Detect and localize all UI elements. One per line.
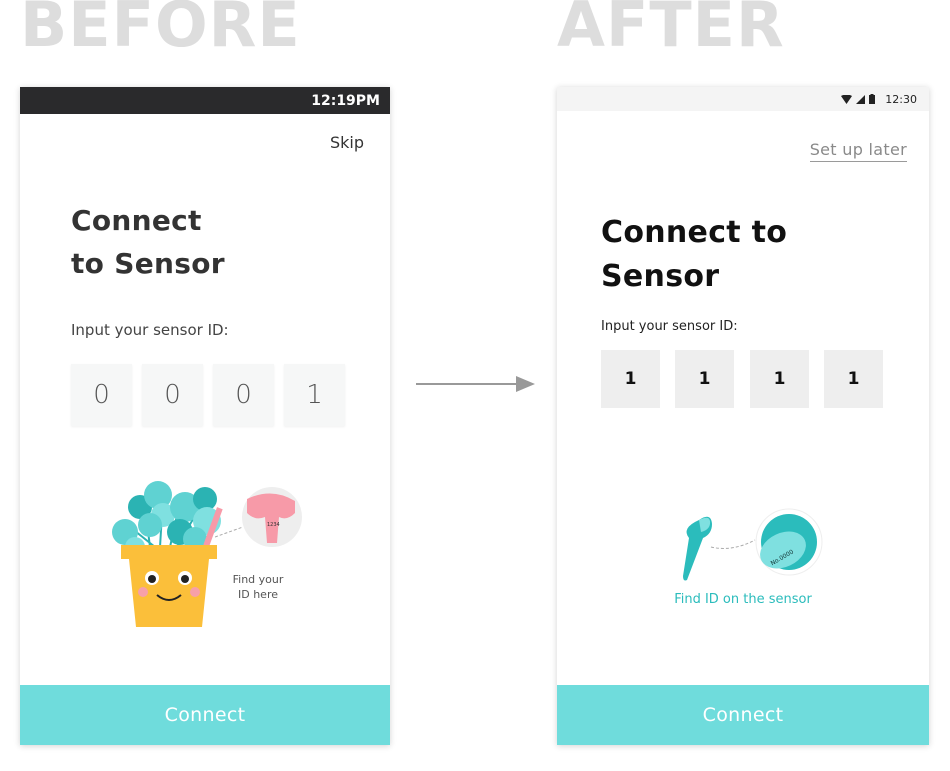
sensor-tag-text: 1234: [267, 522, 280, 528]
status-bar: 12:30: [557, 87, 929, 111]
find-id-hint-line-1: Find your: [232, 573, 284, 586]
status-time: 12:30: [885, 92, 917, 106]
set-up-later-link[interactable]: Set up later: [809, 140, 907, 162]
find-id-hint-line-2: ID here: [238, 588, 278, 601]
after-heading: AFTER: [557, 0, 785, 61]
sensor-id-digit-4[interactable]: 1: [824, 350, 883, 408]
wifi-icon: [841, 94, 853, 104]
sensor-id-digit-3[interactable]: 0: [213, 364, 274, 426]
page-title: Connect to Sensor: [71, 199, 225, 285]
battery-icon: [869, 94, 876, 104]
title-line-2: to Sensor: [71, 247, 225, 280]
before-heading: BEFORE: [20, 0, 301, 61]
sensor-id-digit-2[interactable]: 1: [675, 350, 734, 408]
title-line-1: Connect: [71, 204, 202, 237]
after-screen: 12:30 Set up later Connect to Sensor Inp…: [557, 87, 929, 745]
title-line-2: Sensor: [601, 259, 720, 294]
find-id-hint: Find your ID here: [225, 572, 291, 602]
connect-button[interactable]: Connect: [20, 685, 390, 745]
arrow-right-icon: [416, 376, 535, 392]
sensor-id-digit-1[interactable]: 0: [71, 364, 132, 426]
status-time: 12:19PM: [311, 92, 380, 109]
sensor-tag-illustration: No.0000: [683, 508, 823, 581]
skip-button[interactable]: Skip: [330, 133, 364, 152]
connect-button[interactable]: Connect: [557, 685, 929, 745]
signal-icon: [856, 94, 866, 104]
page-title: Connect to Sensor: [601, 211, 787, 299]
status-bar: 12:19PM: [20, 87, 390, 114]
sensor-id-digit-3[interactable]: 1: [750, 350, 809, 408]
sensor-id-label: Input your sensor ID:: [71, 321, 229, 339]
sensor-id-digit-4[interactable]: 1: [284, 364, 345, 426]
sensor-id-digit-2[interactable]: 0: [142, 364, 203, 426]
find-id-hint: Find ID on the sensor: [674, 592, 812, 607]
sensor-id-label: Input your sensor ID:: [601, 319, 738, 334]
title-line-1: Connect to: [601, 215, 788, 250]
sensor-tag-illustration: 1234: [215, 487, 302, 547]
sensor-id-digit-1[interactable]: 1: [601, 350, 660, 408]
before-screen: 12:19PM Skip Connect to Sensor Input you…: [20, 87, 390, 745]
